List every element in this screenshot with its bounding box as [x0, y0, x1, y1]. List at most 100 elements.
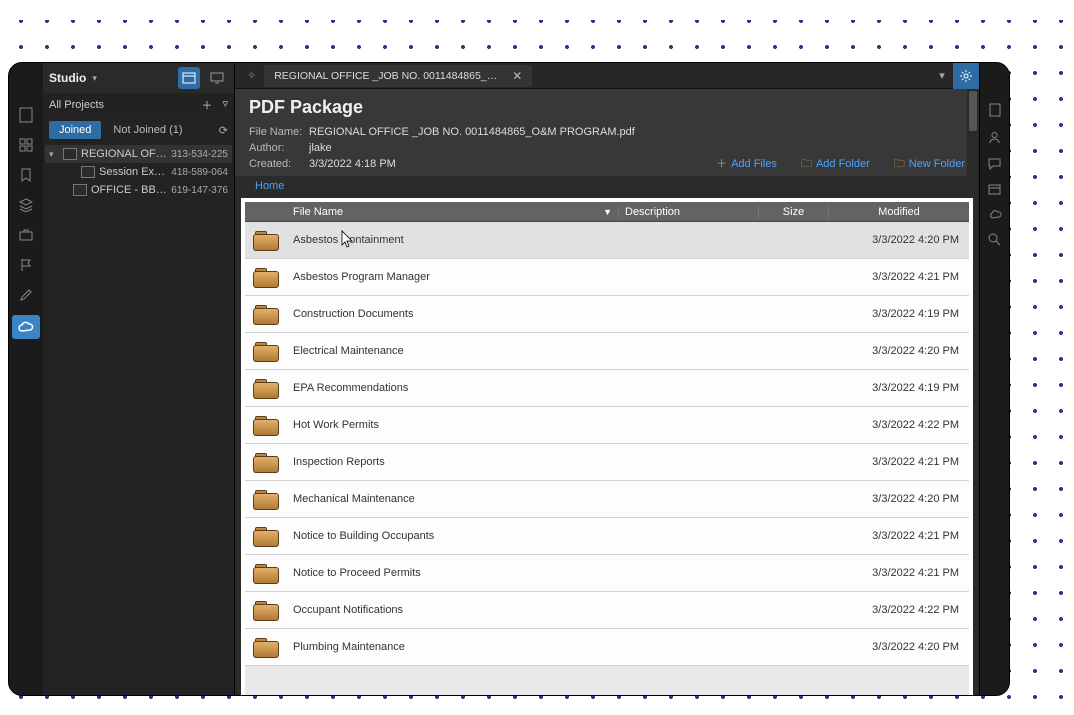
folder-icon [253, 525, 279, 547]
document-tab[interactable]: REGIONAL OFFICE _JOB NO. 0011484865_O&M … [264, 65, 532, 87]
row-modified: 3/3/2022 4:22 PM [829, 604, 969, 616]
table-row[interactable]: Construction Documents 3/3/2022 4:19 PM [245, 296, 969, 333]
wand-icon[interactable]: ✧ [241, 69, 262, 82]
rail-layers-icon[interactable] [16, 195, 36, 215]
rr-user-icon[interactable] [988, 131, 1001, 144]
rr-page-icon[interactable] [989, 103, 1001, 117]
panel-view-projects-icon[interactable] [178, 67, 200, 89]
author-label: Author: [249, 140, 309, 156]
col-modified[interactable]: Modified [829, 206, 969, 218]
row-modified: 3/3/2022 4:20 PM [829, 641, 969, 653]
add-project-icon[interactable]: ＋ [201, 97, 212, 113]
row-modified: 3/3/2022 4:20 PM [829, 345, 969, 357]
tree-item[interactable]: Session Example418-589-064 [45, 163, 232, 181]
left-icon-rail [9, 63, 43, 695]
row-modified: 3/3/2022 4:19 PM [829, 308, 969, 320]
document-tabbar: ✧ REGIONAL OFFICE _JOB NO. 0011484865_O&… [235, 63, 979, 89]
tree-item[interactable]: ▾REGIONAL OFFICE TER...313-534-225 [45, 145, 232, 163]
row-filename: Asbestos Containment [287, 234, 619, 246]
row-filename: Inspection Reports [287, 456, 619, 468]
breadcrumb: Home [235, 176, 979, 198]
rr-search-icon[interactable] [988, 233, 1001, 246]
row-filename: EPA Recommendations [287, 382, 619, 394]
folder-icon [253, 266, 279, 288]
table-row[interactable]: EPA Recommendations 3/3/2022 4:19 PM [245, 370, 969, 407]
row-filename: Asbestos Program Manager [287, 271, 619, 283]
rr-properties-icon[interactable] [988, 184, 1001, 195]
row-filename: Hot Work Permits [287, 419, 619, 431]
folder-icon [253, 340, 279, 362]
filename-value: REGIONAL OFFICE _JOB NO. 0011484865_O&M … [309, 124, 635, 140]
folder-icon [253, 303, 279, 325]
folder-icon [253, 636, 279, 658]
panel-view-monitor-icon[interactable] [206, 67, 228, 89]
rail-grid-icon[interactable] [16, 135, 36, 155]
tab-joined[interactable]: Joined [49, 121, 101, 139]
table-row[interactable]: Asbestos Containment 3/3/2022 4:20 PM [245, 222, 969, 259]
new-folder-button[interactable]: 🗀New Folder [894, 156, 965, 172]
table-row[interactable]: Plumbing Maintenance 3/3/2022 4:20 PM [245, 629, 969, 666]
rr-cloud-icon[interactable] [988, 209, 1002, 219]
table-row[interactable]: Electrical Maintenance 3/3/2022 4:20 PM [245, 333, 969, 370]
close-tab-icon[interactable]: ✕ [512, 69, 522, 83]
add-files-button[interactable]: ＋Add Files [716, 156, 777, 172]
table-row[interactable]: Occupant Notifications 3/3/2022 4:22 PM [245, 592, 969, 629]
row-filename: Electrical Maintenance [287, 345, 619, 357]
settings-gear-icon[interactable] [953, 63, 979, 89]
table-header: File Name▼ Description Size Modified [245, 202, 969, 222]
tree-item[interactable]: OFFICE - BBU T5 Job No...619-147-376 [45, 181, 232, 199]
content-header: PDF Package File Name: REGIONAL OFFICE _… [235, 89, 979, 176]
tab-not-joined[interactable]: Not Joined (1) [103, 121, 192, 139]
file-list-area: File Name▼ Description Size Modified Asb… [241, 198, 973, 695]
row-filename: Construction Documents [287, 308, 619, 320]
row-modified: 3/3/2022 4:21 PM [829, 530, 969, 542]
col-description[interactable]: Description [619, 206, 759, 218]
table-row[interactable]: Notice to Proceed Permits 3/3/2022 4:21 … [245, 555, 969, 592]
table-row[interactable]: Asbestos Program Manager 3/3/2022 4:21 P… [245, 259, 969, 296]
rail-file-icon[interactable] [16, 105, 36, 125]
row-filename: Notice to Proceed Permits [287, 567, 619, 579]
all-projects-row: All Projects ＋ ▿ [43, 93, 234, 117]
author-value: jlake [309, 140, 332, 156]
filter-icon[interactable]: ▿ [222, 97, 228, 113]
created-value: 3/3/2022 4:18 PM [309, 156, 396, 172]
page-title: PDF Package [249, 97, 965, 118]
tab-chevron-icon[interactable]: ▾ [931, 69, 953, 82]
add-folder-button[interactable]: 🗀Add Folder [801, 156, 870, 172]
rail-cloud-icon[interactable] [12, 315, 40, 339]
rail-bookmark-icon[interactable] [16, 165, 36, 185]
rr-chat-icon[interactable] [988, 158, 1001, 170]
app-window: Studio ▾ All Projects ＋ ▿ Joined Not Joi… [8, 62, 1010, 696]
row-modified: 3/3/2022 4:20 PM [829, 234, 969, 246]
folder-icon [253, 414, 279, 436]
refresh-icon[interactable]: ⟳ [219, 124, 228, 137]
right-icon-rail [979, 63, 1009, 695]
rail-briefcase-icon[interactable] [16, 225, 36, 245]
projects-panel: Studio ▾ All Projects ＋ ▿ Joined Not Joi… [43, 63, 235, 695]
row-filename: Mechanical Maintenance [287, 493, 619, 505]
row-filename: Occupant Notifications [287, 604, 619, 616]
row-modified: 3/3/2022 4:21 PM [829, 567, 969, 579]
created-label: Created: [249, 156, 309, 172]
table-row[interactable]: Inspection Reports 3/3/2022 4:21 PM [245, 444, 969, 481]
row-modified: 3/3/2022 4:20 PM [829, 493, 969, 505]
rail-flag-icon[interactable] [16, 255, 36, 275]
row-filename: Notice to Building Occupants [287, 530, 619, 542]
table-row[interactable]: Hot Work Permits 3/3/2022 4:22 PM [245, 407, 969, 444]
col-filename[interactable]: File Name▼ [287, 206, 619, 218]
main-area: ✧ REGIONAL OFFICE _JOB NO. 0011484865_O&… [235, 63, 979, 695]
document-tab-label: REGIONAL OFFICE _JOB NO. 0011484865_O&M … [274, 70, 504, 82]
table-row[interactable]: Mechanical Maintenance 3/3/2022 4:20 PM [245, 481, 969, 518]
col-size[interactable]: Size [759, 206, 829, 218]
sort-desc-icon: ▼ [603, 207, 612, 217]
folder-icon [253, 377, 279, 399]
project-tree: ▾REGIONAL OFFICE TER...313-534-225Sessio… [43, 143, 234, 201]
rail-edit-icon[interactable] [16, 285, 36, 305]
breadcrumb-home[interactable]: Home [255, 180, 284, 192]
all-projects-label: All Projects [49, 99, 104, 111]
folder-icon [253, 229, 279, 251]
table-row[interactable]: Notice to Building Occupants 3/3/2022 4:… [245, 518, 969, 555]
studio-title: Studio [49, 71, 86, 85]
chevron-down-icon[interactable]: ▾ [92, 73, 97, 84]
join-tabs: Joined Not Joined (1) ⟳ [43, 117, 234, 143]
